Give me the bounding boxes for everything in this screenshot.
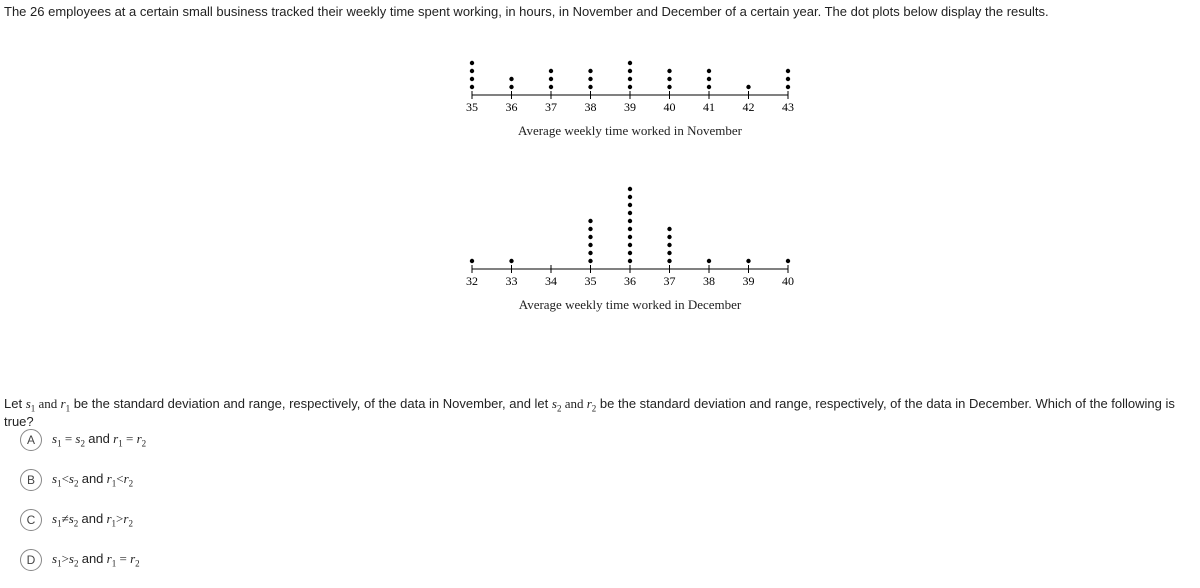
dot-plots-container: 35 36 37 38 39 40 41 42 43 Average weekly time w… [460, 45, 800, 343]
plot-november: 35 36 37 38 39 40 41 42 43 Average weekly time w… [460, 45, 800, 139]
caption-december: Average weekly time worked in December [460, 297, 800, 313]
caption-november: Average weekly time worked in November [460, 123, 800, 139]
svg-text:41: 41 [703, 100, 715, 114]
svg-text:35: 35 [585, 274, 597, 288]
svg-text:37: 37 [664, 274, 676, 288]
svg-text:33: 33 [506, 274, 518, 288]
answer-choices: A s1 = s2 and r1 = r2 B s1<s2 and r1<r2 … [20, 428, 146, 588]
choice-d-letter: D [20, 549, 42, 571]
dotplot-november-svg: 35 36 37 38 39 40 41 42 43 [460, 45, 800, 115]
choice-b[interactable]: B s1<s2 and r1<r2 [20, 468, 146, 492]
svg-text:38: 38 [585, 100, 597, 114]
svg-text:39: 39 [624, 100, 636, 114]
svg-text:39: 39 [743, 274, 755, 288]
svg-text:43: 43 [782, 100, 794, 114]
svg-text:35: 35 [466, 100, 478, 114]
plot-december: 32 33 34 35 36 37 38 39 40 Average weekly time w… [460, 169, 800, 313]
svg-text:38: 38 [703, 274, 715, 288]
dotplot-december-svg: 32 33 34 35 36 37 38 39 40 [460, 169, 800, 289]
question-text: Let s1 and r1 be the standard deviation … [4, 396, 1196, 429]
svg-text:42: 42 [743, 100, 755, 114]
choice-a-text: s1 = s2 and r1 = r2 [52, 431, 146, 449]
svg-text:40: 40 [664, 100, 676, 114]
s2-r2: s2 and r2 [552, 396, 596, 411]
choice-d-text: s1>s2 and r1 = r2 [52, 551, 140, 569]
svg-text:36: 36 [624, 274, 636, 288]
choice-b-letter: B [20, 469, 42, 491]
choice-c-text: s1≠s2 and r1>r2 [52, 511, 133, 529]
question-seg1: Let [4, 396, 26, 411]
choice-c[interactable]: C s1≠s2 and r1>r2 [20, 508, 146, 532]
choice-a-letter: A [20, 429, 42, 451]
intro-text: The 26 employees at a certain small busi… [4, 4, 1190, 19]
svg-text:40: 40 [782, 274, 794, 288]
choice-d[interactable]: D s1>s2 and r1 = r2 [20, 548, 146, 572]
question-seg2: be the standard deviation and range, res… [70, 396, 552, 411]
choice-b-text: s1<s2 and r1<r2 [52, 471, 133, 489]
svg-text:34: 34 [545, 274, 557, 288]
svg-text:32: 32 [466, 274, 478, 288]
choice-c-letter: C [20, 509, 42, 531]
s1-r1: s1 and r1 [26, 396, 70, 411]
svg-text:37: 37 [545, 100, 557, 114]
choice-a[interactable]: A s1 = s2 and r1 = r2 [20, 428, 146, 452]
svg-text:36: 36 [506, 100, 518, 114]
